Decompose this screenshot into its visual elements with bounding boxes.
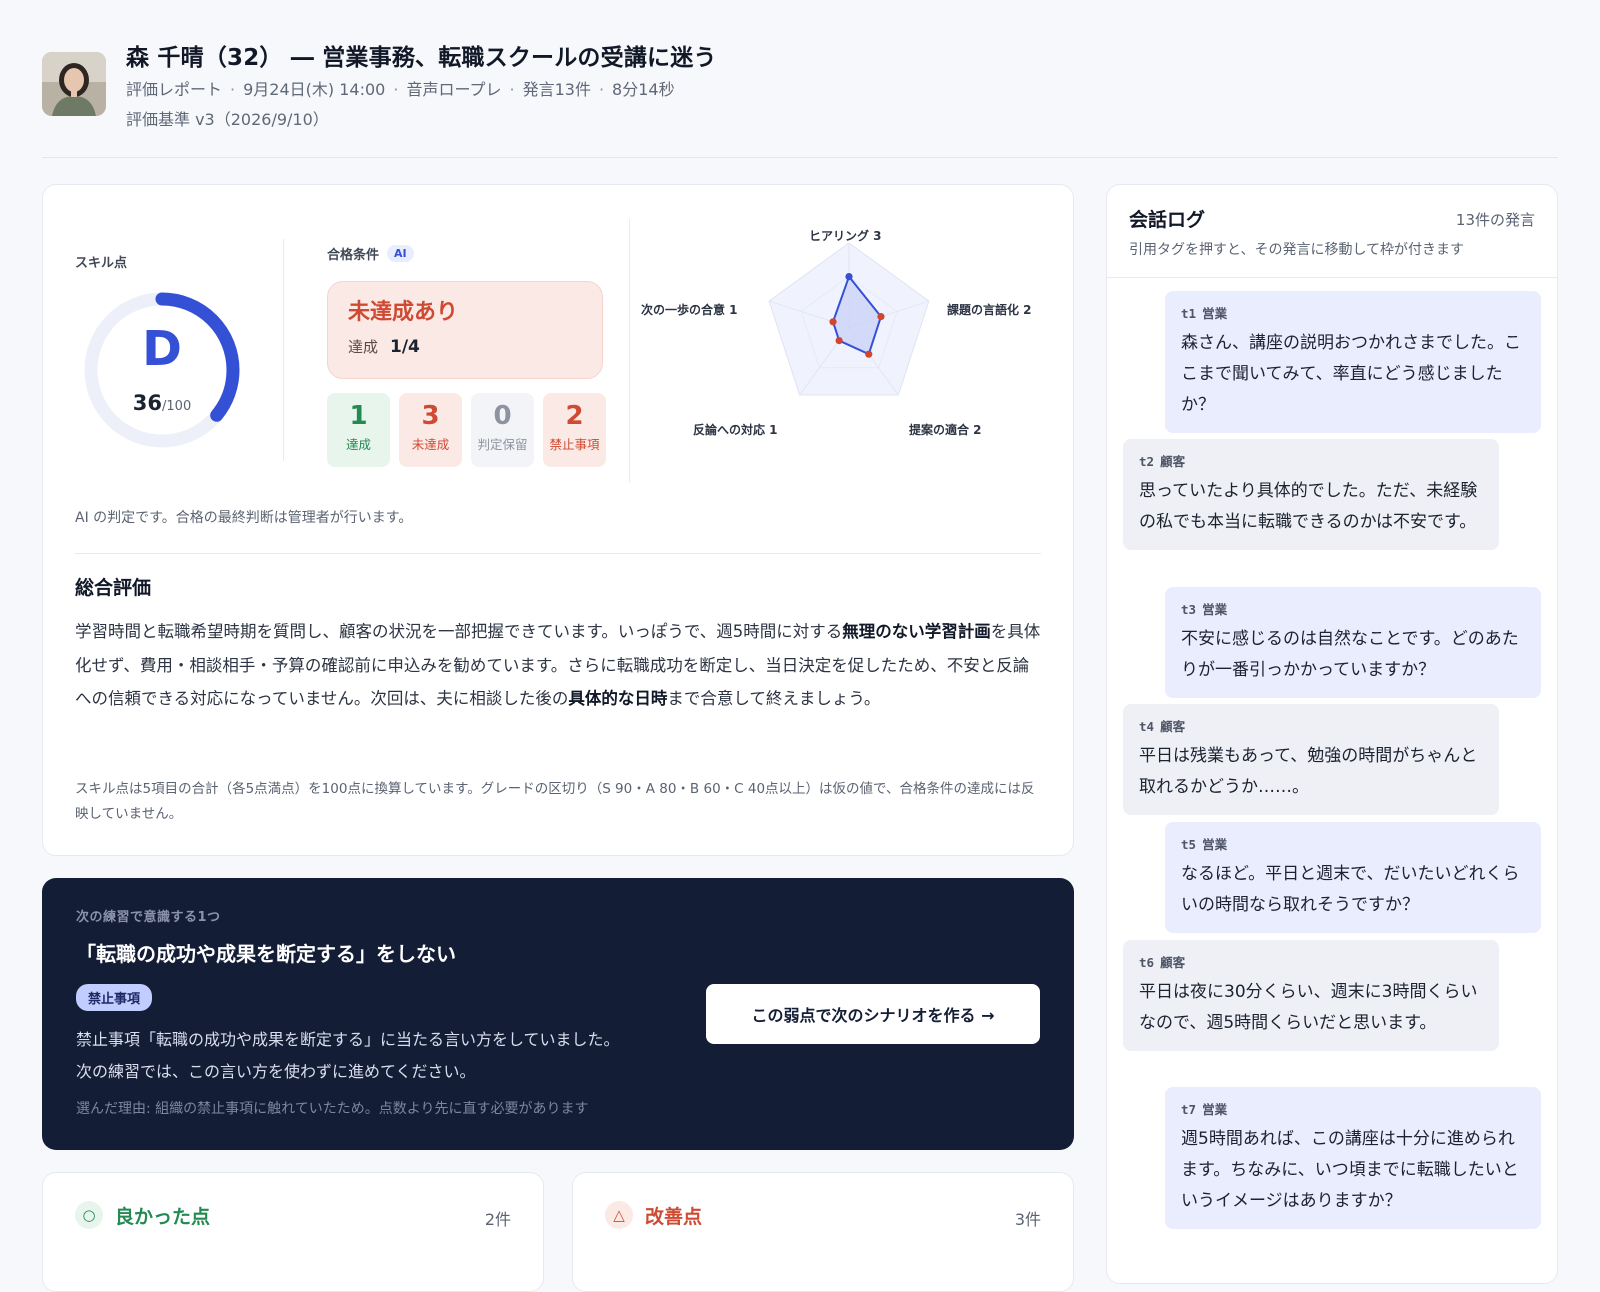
radar-label-objection: 反論への対応 1 (693, 423, 778, 437)
create-scenario-button[interactable]: この弱点で次のシナリオを作る → (706, 984, 1040, 1044)
criteria-version: 評価基準 v3（2026/9/10） (126, 110, 329, 129)
avatar (42, 52, 106, 116)
stat-achieved[interactable]: 1 達成 (327, 393, 390, 467)
radar-point (829, 318, 837, 326)
focus-label: 次の練習で意識する1つ (76, 910, 221, 925)
message-t1[interactable]: t1 営業 森さん、講座の説明おつかれさまでした。ここまで聞いてみて、率直にどう感… (1165, 291, 1541, 433)
ai-badge: AI (387, 245, 414, 262)
pass-status: 未達成あり (348, 300, 459, 325)
page-title: 森 千晴（32） ― 営業事務、転職スクールの受講に迷う (126, 45, 717, 71)
improvement-card: △ 改善点 3件 (572, 1172, 1074, 1292)
stat-not-achieved[interactable]: 3 未達成 (399, 393, 462, 467)
radar-label-hearing: ヒアリング 3 (809, 229, 882, 243)
achieved-count: 達成 1/4 (348, 337, 420, 357)
next-focus-card: 次の練習で意識する1つ 「転職の成功や成果を断定する」をしない 禁止事項 禁止事… (42, 878, 1074, 1150)
message-t5[interactable]: t5 営業 なるほど。平日と週末で、だいたいどれくらいの時間なら取れそうですか？ (1165, 822, 1541, 933)
score-footnote: スキル点は5項目の合計（各5点満点）を100点に換算しています。グレードの区切り… (75, 781, 1035, 822)
log-title: 会話ログ (1129, 209, 1206, 231)
radar-point (877, 313, 885, 321)
radar-point (865, 350, 873, 358)
good-points-card: ○ 良かった点 2件 (42, 1172, 544, 1292)
meta-mode: 音声ロープレ (406, 80, 502, 99)
radar-point (845, 273, 853, 281)
good-points-title: 良かった点 (115, 1205, 211, 1228)
meta-date: 9月24日(木) 14:00 (243, 80, 386, 99)
skill-label: スキル点 (75, 256, 128, 271)
focus-description: 禁止事項「転職の成功や成果を断定する」に当たる言い方をしていました。 次の練習では… (76, 1030, 620, 1081)
good-points-count: 2件 (484, 1210, 511, 1229)
log-count: 13件の発言 (1455, 211, 1535, 229)
skill-radar-chart: ヒアリング 3 課題の言語化 2 提案の適合 2 反論への対応 1 次の一歩の合… (635, 219, 1055, 459)
meta-utterances: 発言13件 (522, 80, 591, 99)
radar-label-proposal: 提案の適合 2 (909, 423, 982, 437)
focus-title: 「転職の成功や成果を断定する」をしない (76, 942, 456, 966)
report-meta: 評価レポート · 9月24日(木) 14:00 · 音声ロープレ · 発言13件 · 8分14秒 (126, 80, 675, 99)
divider (1107, 277, 1557, 278)
message-t4[interactable]: t4 顧客 平日は残業もあって、勉強の時間がちゃんと取れるかどうか……。 (1123, 704, 1499, 815)
circle-icon: ○ (75, 1201, 103, 1229)
conversation-log: 会話ログ 13件の発言 引用タグを押すと、その発言に移動して枠が付きます t1 営… (1106, 184, 1558, 1284)
divider (629, 219, 630, 483)
focus-reason: 選んだ理由: 組織の禁止事項に触れていたため。点数より先に直す必要があります (76, 1101, 589, 1117)
skill-grade: D (142, 321, 182, 377)
triangle-warning-icon: △ (605, 1201, 633, 1229)
message-t3[interactable]: t3 営業 不安に感じるのは自然なことです。どのあたりが一番引っかかっていますか？ (1165, 587, 1541, 698)
log-subtitle: 引用タグを押すと、その発言に移動して枠が付きます (1129, 242, 1465, 258)
radar-label-issue: 課題の言語化 2 (947, 303, 1032, 317)
divider (75, 553, 1041, 554)
radar-point (835, 336, 843, 345)
improvement-count: 3件 (1014, 1210, 1041, 1229)
stat-pending[interactable]: 0 判定保留 (471, 393, 534, 467)
stat-prohibited[interactable]: 2 禁止事項 (543, 393, 606, 467)
skill-score: 36/100 (132, 391, 192, 415)
evaluation-card: スキル点 D 36/100 合格条件 AI 未達成あり 達成 1/4 1 達成 3未… (42, 184, 1074, 856)
meta-duration: 8分14秒 (612, 80, 675, 99)
improvement-title: 改善点 (645, 1205, 703, 1228)
ai-judgement-note: AI の判定です。合格の最終判断は管理者が行います。 (75, 510, 413, 526)
radar-label-next-step: 次の一歩の合意 1 (641, 303, 738, 317)
divider (283, 239, 284, 461)
pass-status-box: 未達成あり 達成 1/4 (327, 281, 603, 379)
message-t6[interactable]: t6 顧客 平日は夜に30分くらい、週末に3時間くらいなので、週5時間くらいだと思… (1123, 940, 1499, 1051)
message-t2[interactable]: t2 顧客 思っていたより具体的でした。ただ、未経験の私でも本当に転職できるのかは… (1123, 439, 1499, 550)
message-t7[interactable]: t7 営業 週5時間あれば、この講座は十分に進められます。ちなみに、いつ頃までに転… (1165, 1087, 1541, 1229)
prohibited-badge: 禁止事項 (76, 984, 153, 1011)
summary-title: 総合評価 (75, 577, 152, 599)
report-header: 森 千晴（32） ― 営業事務、転職スクールの受講に迷う 評価レポート · 9月24… (42, 36, 1558, 158)
pass-criteria-label: 合格条件 AI (327, 244, 414, 263)
summary-text: 学習時間と転職希望時期を質問し、顧客の状況を一部把握できています。いっぽうで、週… (75, 622, 1041, 708)
meta-type: 評価レポート (126, 80, 223, 99)
